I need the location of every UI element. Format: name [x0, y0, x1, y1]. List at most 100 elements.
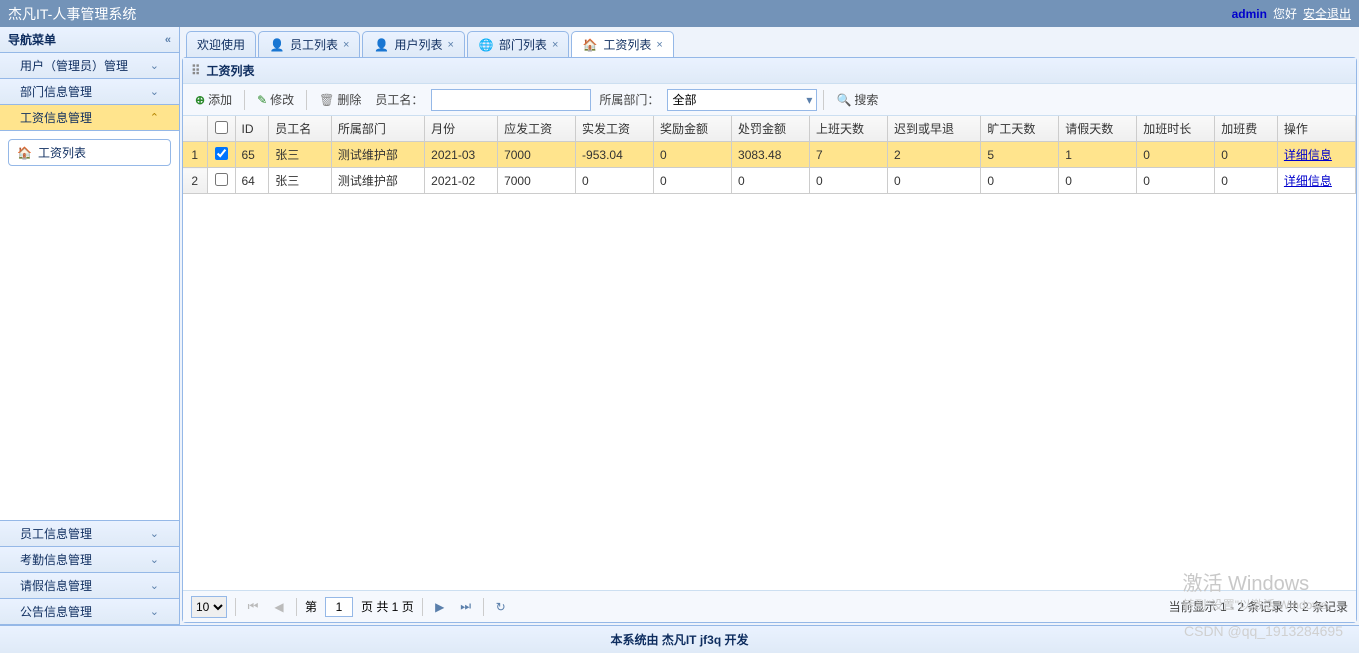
nav-title-text: 导航菜单 [8, 31, 56, 48]
tab-dept-list[interactable]: 🌐 部门列表 × [467, 31, 569, 57]
nav-label: 用户（管理员）管理 [20, 57, 128, 74]
next-page-button[interactable]: ▶ [431, 598, 449, 616]
drag-icon [191, 63, 201, 79]
col-month[interactable]: 月份 [425, 116, 498, 142]
tab-user-list[interactable]: 👤 用户列表 × [362, 31, 464, 57]
dept-filter-combo[interactable]: 全部 ▾ [667, 89, 817, 111]
footer-text: 本系统由 杰凡IT jf3q 开发 [610, 631, 748, 648]
tab-label: 员工列表 [290, 36, 338, 53]
first-page-button[interactable]: ⏮ [244, 598, 262, 616]
detail-link[interactable]: 详细信息 [1284, 174, 1332, 188]
col-check[interactable] [207, 116, 235, 142]
delete-button[interactable]: 🗑 删除 [313, 89, 367, 110]
last-page-button[interactable]: ⏭ [457, 598, 475, 616]
user-red-icon: 👤 [373, 37, 389, 53]
col-reward[interactable]: 奖励金额 [654, 116, 732, 142]
add-button[interactable]: ⊕ 添加 [189, 89, 238, 110]
col-otpay[interactable]: 加班费 [1215, 116, 1278, 142]
row-check[interactable] [215, 173, 228, 186]
col-real[interactable]: 实发工资 [576, 116, 654, 142]
collapse-icon[interactable]: « [165, 34, 171, 46]
table-row[interactable]: 264张三测试维护部2021-027000000000000详细信息 [183, 168, 1356, 194]
page-input[interactable] [325, 597, 353, 617]
tab-salary-list[interactable]: 🏠 工资列表 × [571, 31, 673, 57]
nav-item-employee[interactable]: 员工信息管理 ⌄ [0, 521, 179, 547]
close-icon[interactable]: × [343, 39, 349, 51]
header-row: ID 员工名 所属部门 月份 应发工资 实发工资 奖励金额 处罚金额 上班天数 … [183, 116, 1356, 142]
edit-button[interactable]: ✎ 修改 [251, 89, 300, 110]
nav-item-salary[interactable]: 工资信息管理 ⌃ [0, 105, 179, 131]
col-dept[interactable]: 所属部门 [331, 116, 424, 142]
toolbar: ⊕ 添加 ✎ 修改 🗑 删除 员工名： 所属部门： 全部 ▾ [183, 84, 1356, 116]
cell-reward: 0 [654, 168, 732, 194]
col-name[interactable]: 员工名 [269, 116, 332, 142]
current-user: admin [1232, 7, 1267, 21]
table-row[interactable]: 165张三测试维护部2021-037000-953.0403083.487251… [183, 142, 1356, 168]
button-label: 修改 [270, 91, 294, 108]
nav-label: 工资信息管理 [20, 109, 92, 126]
button-label: 搜索 [854, 91, 878, 108]
plus-icon: ⊕ [195, 93, 205, 107]
tab-strip: 欢迎使用 👤 员工列表 × 👤 用户列表 × 🌐 部门列表 × 🏠 工资列表 × [182, 29, 1357, 57]
col-absent[interactable]: 旷工天数 [981, 116, 1059, 142]
tab-employee-list[interactable]: 👤 员工列表 × [258, 31, 360, 57]
nav-subpanel: 🏠 工资列表 [0, 131, 179, 521]
tab-label: 欢迎使用 [197, 36, 245, 53]
search-icon: 🔍 [836, 93, 851, 107]
chevron-up-icon: ⌃ [150, 111, 159, 124]
cell-work: 0 [810, 168, 888, 194]
name-filter-input[interactable] [431, 89, 591, 111]
tab-label: 用户列表 [394, 36, 442, 53]
tab-welcome[interactable]: 欢迎使用 [186, 31, 256, 57]
button-label: 删除 [337, 91, 361, 108]
separator [422, 598, 423, 616]
nav-item-notice[interactable]: 公告信息管理 ⌄ [0, 599, 179, 625]
app-header: 杰凡IT-人事管理系统 admin 您好 安全退出 [0, 0, 1359, 27]
page-suffix: 页 共 1 页 [361, 598, 414, 615]
cell-should: 7000 [498, 168, 576, 194]
home-icon: 🏠 [582, 37, 598, 53]
nav-item-dept[interactable]: 部门信息管理 ⌄ [0, 79, 179, 105]
col-penalty[interactable]: 处罚金额 [732, 116, 810, 142]
close-icon[interactable]: × [656, 39, 662, 51]
nav-title: 导航菜单 « [0, 27, 179, 53]
col-should[interactable]: 应发工资 [498, 116, 576, 142]
nav-item-user-admin[interactable]: 用户（管理员）管理 ⌄ [0, 53, 179, 79]
refresh-button[interactable]: ↻ [492, 598, 510, 616]
data-grid: ID 员工名 所属部门 月份 应发工资 实发工资 奖励金额 处罚金额 上班天数 … [183, 116, 1356, 590]
page-size-select[interactable]: 10 [191, 596, 227, 618]
separator [296, 598, 297, 616]
col-ot[interactable]: 加班时长 [1137, 116, 1215, 142]
row-check[interactable] [215, 147, 228, 160]
cell-otpay: 0 [1215, 168, 1278, 194]
nav-item-leave[interactable]: 请假信息管理 ⌄ [0, 573, 179, 599]
cell-ot: 0 [1137, 142, 1215, 168]
logout-link[interactable]: 安全退出 [1303, 5, 1351, 22]
cell-otpay: 0 [1215, 142, 1278, 168]
cell-penalty: 0 [732, 168, 810, 194]
cell-work: 7 [810, 142, 888, 168]
col-work[interactable]: 上班天数 [810, 116, 888, 142]
prev-page-button[interactable]: ◀ [270, 598, 288, 616]
search-button[interactable]: 🔍 搜索 [830, 89, 884, 110]
chevron-down-icon: ⌄ [150, 579, 159, 592]
pager-info: 当前显示 1 - 2 条记录 共 2 条记录 [1169, 598, 1348, 615]
detail-link[interactable]: 详细信息 [1284, 148, 1332, 162]
nav-sub-salary-list[interactable]: 🏠 工资列表 [8, 139, 171, 166]
chevron-down-icon: ⌄ [150, 605, 159, 618]
nav-item-attendance[interactable]: 考勤信息管理 ⌄ [0, 547, 179, 573]
nav-label: 考勤信息管理 [20, 551, 92, 568]
close-icon[interactable]: × [447, 39, 453, 51]
col-late[interactable]: 迟到或早退 [887, 116, 980, 142]
cell-dept: 测试维护部 [331, 142, 424, 168]
row-number: 2 [183, 168, 207, 194]
close-icon[interactable]: × [552, 39, 558, 51]
col-leave[interactable]: 请假天数 [1059, 116, 1137, 142]
content-panel: 工资列表 ⊕ 添加 ✎ 修改 🗑 删除 员工名： 所属 [182, 57, 1357, 623]
col-op[interactable]: 操作 [1277, 116, 1355, 142]
combo-value: 全部 [672, 91, 696, 108]
col-id[interactable]: ID [235, 116, 269, 142]
cell-real: 0 [576, 168, 654, 194]
check-all[interactable] [215, 121, 228, 134]
nav-label: 员工信息管理 [20, 525, 92, 542]
